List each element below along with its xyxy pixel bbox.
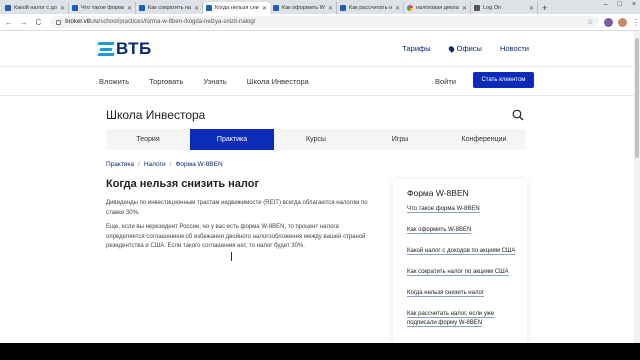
google-favicon-icon <box>407 5 413 11</box>
browser-tab[interactable]: Log On ✕ <box>471 2 538 14</box>
forward-button[interactable]: → <box>18 18 30 27</box>
address-bar[interactable]: broker.vtb.ru /school/practices/forma-w-… <box>50 16 600 28</box>
article-title: Когда нельзя снизить налог <box>106 178 260 190</box>
close-tab-icon[interactable]: ✕ <box>60 5 65 12</box>
search-icon[interactable] <box>512 109 524 121</box>
tab-conferences[interactable]: Конференции <box>442 129 526 150</box>
related-link[interactable]: Как сократить налог по акциям США <box>407 268 519 277</box>
maximize-button[interactable]: □ <box>618 1 622 8</box>
logon-favicon-icon <box>474 5 480 11</box>
related-articles-card: Форма W-8BEN Что такое форма W-8BEN Как … <box>393 179 527 343</box>
nav-item-trade[interactable]: Торговать <box>149 77 183 86</box>
browser-tab[interactable]: Как оформить W ✕ <box>270 2 337 14</box>
profile-avatar[interactable] <box>618 17 628 27</box>
header-links: Тарифы Офисы Новости <box>402 44 529 53</box>
web-page: ВТБ Тарифы Офисы Новости Вложить Торгова… <box>0 31 640 343</box>
link-tariffs[interactable]: Тарифы <box>402 44 430 53</box>
related-link[interactable]: Что такое форма W-8BEN <box>407 205 519 214</box>
tab-practice[interactable]: Практика <box>190 129 274 150</box>
site-header: ВТБ Тарифы Офисы Новости <box>0 31 634 67</box>
browser-tab[interactable]: Какой налог с дох ✕ <box>2 2 69 14</box>
related-links: Что такое форма W-8BEN Как оформить W-8B… <box>407 205 519 340</box>
nav-item-learn[interactable]: Узнать <box>203 77 226 86</box>
breadcrumb-separator: / <box>138 161 140 168</box>
breadcrumb: Практика / Налоги / Форма W-8BEN <box>106 161 223 168</box>
bookmark-star-icon[interactable]: ☆ <box>587 18 593 26</box>
back-button[interactable]: ← <box>3 18 15 27</box>
related-link[interactable]: Как оформить W-8BEN <box>407 226 519 235</box>
related-link[interactable]: Как рассчитать налог, если уже подписали… <box>407 310 519 328</box>
minimize-button[interactable]: – <box>604 1 608 8</box>
nav-item-investor-school[interactable]: Школа Инвестора <box>247 77 309 86</box>
school-tabs: Теория Практика Курсы Игры Конференции <box>106 129 526 150</box>
reload-button[interactable]: C <box>33 18 45 27</box>
breadcrumb-item[interactable]: Налоги <box>144 161 166 168</box>
become-client-button[interactable]: Стать клиентом <box>473 72 534 88</box>
lock-icon <box>56 19 62 25</box>
link-news[interactable]: Новости <box>500 44 529 53</box>
new-tab-button[interactable]: + <box>542 2 547 14</box>
card-heading: Форма W-8BEN <box>407 188 469 198</box>
vtb-favicon-icon <box>273 5 279 11</box>
vtb-favicon-icon <box>206 5 212 11</box>
extension-icon[interactable] <box>604 17 614 27</box>
related-link[interactable]: Какой налог с доходов по акциям США <box>407 247 519 256</box>
logo-text: ВТБ <box>116 39 152 58</box>
vtb-favicon-icon <box>72 5 78 11</box>
vtb-favicon-icon <box>5 5 11 11</box>
tab-courses[interactable]: Курсы <box>274 129 358 150</box>
close-window-button[interactable]: × <box>632 1 636 8</box>
browser-tab[interactable]: налоговая деклар ✕ <box>404 2 471 14</box>
window-controls: – □ × <box>604 1 636 8</box>
article-paragraph: Дивиденды по инвестиционным трастам недв… <box>106 200 368 216</box>
url-path: /school/practices/forma-w-8ben-/kogda-ne… <box>98 19 256 25</box>
article-paragraph: Еще, если вы нерезидент России, но у вас… <box>106 224 366 249</box>
browser-tab-strip: Какой налог с дох ✕ Что такое форма ✕ Как … <box>0 0 640 14</box>
close-tab-icon[interactable]: ✕ <box>529 5 534 12</box>
browser-tab[interactable]: Что такое форма ✕ <box>69 2 136 14</box>
url-host: broker.vtb.ru <box>65 19 99 25</box>
nav-item-invest[interactable]: Вложить <box>99 77 129 86</box>
browser-tab[interactable]: Как сократить на ✕ <box>136 2 203 14</box>
main-nav: Вложить Торговать Узнать Школа Инвестора… <box>0 68 634 96</box>
close-tab-icon[interactable]: ✕ <box>262 5 267 12</box>
related-link[interactable]: Когда нельзя снизить налог <box>407 289 519 298</box>
close-tab-icon[interactable]: ✕ <box>395 5 400 12</box>
link-offices[interactable]: Офисы <box>447 44 482 53</box>
close-tab-icon[interactable]: ✕ <box>127 5 132 12</box>
os-taskbar <box>0 343 640 360</box>
vtb-logo[interactable]: ВТБ <box>97 39 152 59</box>
login-link[interactable]: Войти <box>435 77 456 86</box>
close-tab-icon[interactable]: ✕ <box>462 5 467 12</box>
close-tab-icon[interactable]: ✕ <box>194 5 199 12</box>
breadcrumb-item[interactable]: Форма W-8BEN <box>175 161 222 168</box>
text-cursor-icon <box>231 252 235 261</box>
vtb-favicon-icon <box>340 5 346 11</box>
tab-theory[interactable]: Теория <box>106 129 190 150</box>
browser-tab[interactable]: Как рассчитать н ✕ <box>337 2 404 14</box>
browser-tab-active[interactable]: Когда нельзя сни ✕ <box>203 2 270 14</box>
scrollbar-thumb[interactable] <box>635 38 639 158</box>
close-tab-icon[interactable]: ✕ <box>328 5 333 12</box>
breadcrumb-item[interactable]: Практика <box>106 161 134 168</box>
vtb-favicon-icon <box>139 5 145 11</box>
tab-games[interactable]: Игры <box>358 129 442 150</box>
browser-menu-icon[interactable]: ⋮ <box>632 18 640 27</box>
vtb-logo-icon <box>97 42 115 56</box>
breadcrumb-separator: / <box>169 161 172 168</box>
page-title: Школа Инвестора <box>106 108 206 122</box>
browser-toolbar: ← → C broker.vtb.ru /school/practices/fo… <box>0 14 640 31</box>
location-pin-icon <box>447 44 455 53</box>
